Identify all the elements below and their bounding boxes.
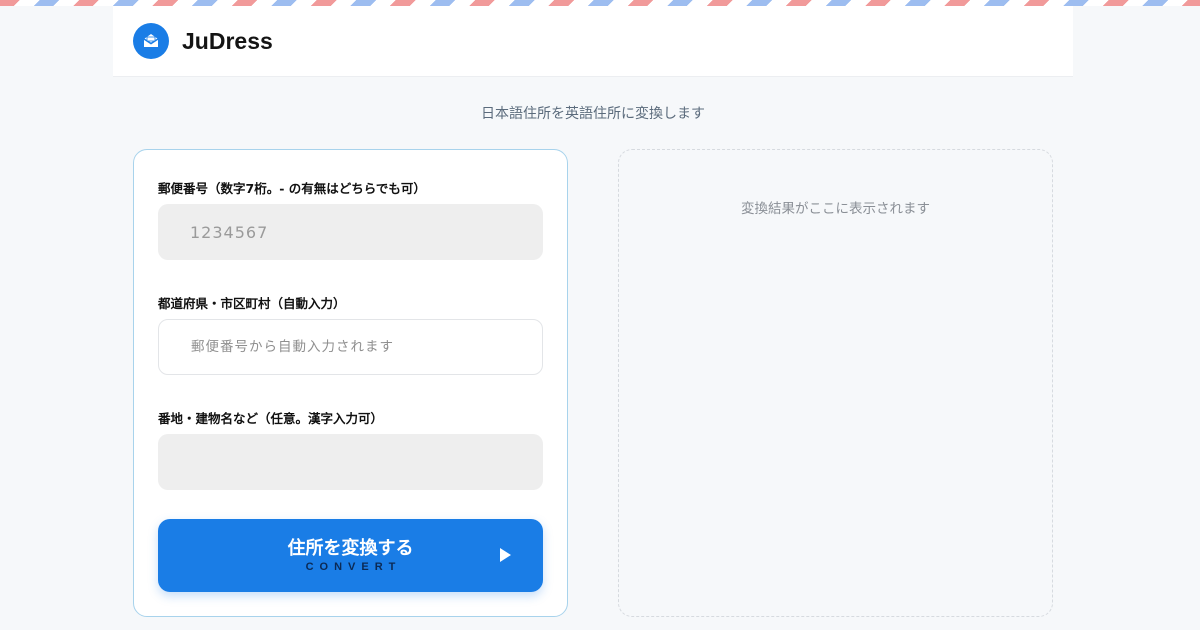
street-input[interactable] [158,434,543,490]
convert-button[interactable]: 住所を変換する CONVERT [158,519,543,592]
app-header: JuDress [113,6,1073,77]
address-form-card: 郵便番号（数字7桁。- の有無はどちらでも可） 都道府県・市区町村（自動入力） … [133,149,568,617]
mail-envelope-icon[interactable] [133,23,169,59]
postal-code-input[interactable] [158,204,543,260]
result-panel: 変換結果がここに表示されます [618,149,1053,617]
result-placeholder-text: 変換結果がここに表示されます [741,201,930,217]
prefecture-city-input[interactable] [158,319,543,375]
page-subtitle: 日本語住所を英語住所に変換します [481,106,705,122]
play-arrow-icon [500,548,511,562]
street-label: 番地・建物名など（任意。漢字入力可） [158,411,384,426]
convert-button-label: 住所を変換する [287,538,414,558]
convert-button-sublabel: CONVERT [305,561,402,573]
prefecture-city-label: 都道府県・市区町村（自動入力） [158,296,346,311]
postal-code-label: 郵便番号（数字7桁。- の有無はどちらでも可） [158,181,426,196]
app-title[interactable]: JuDress [182,28,273,55]
